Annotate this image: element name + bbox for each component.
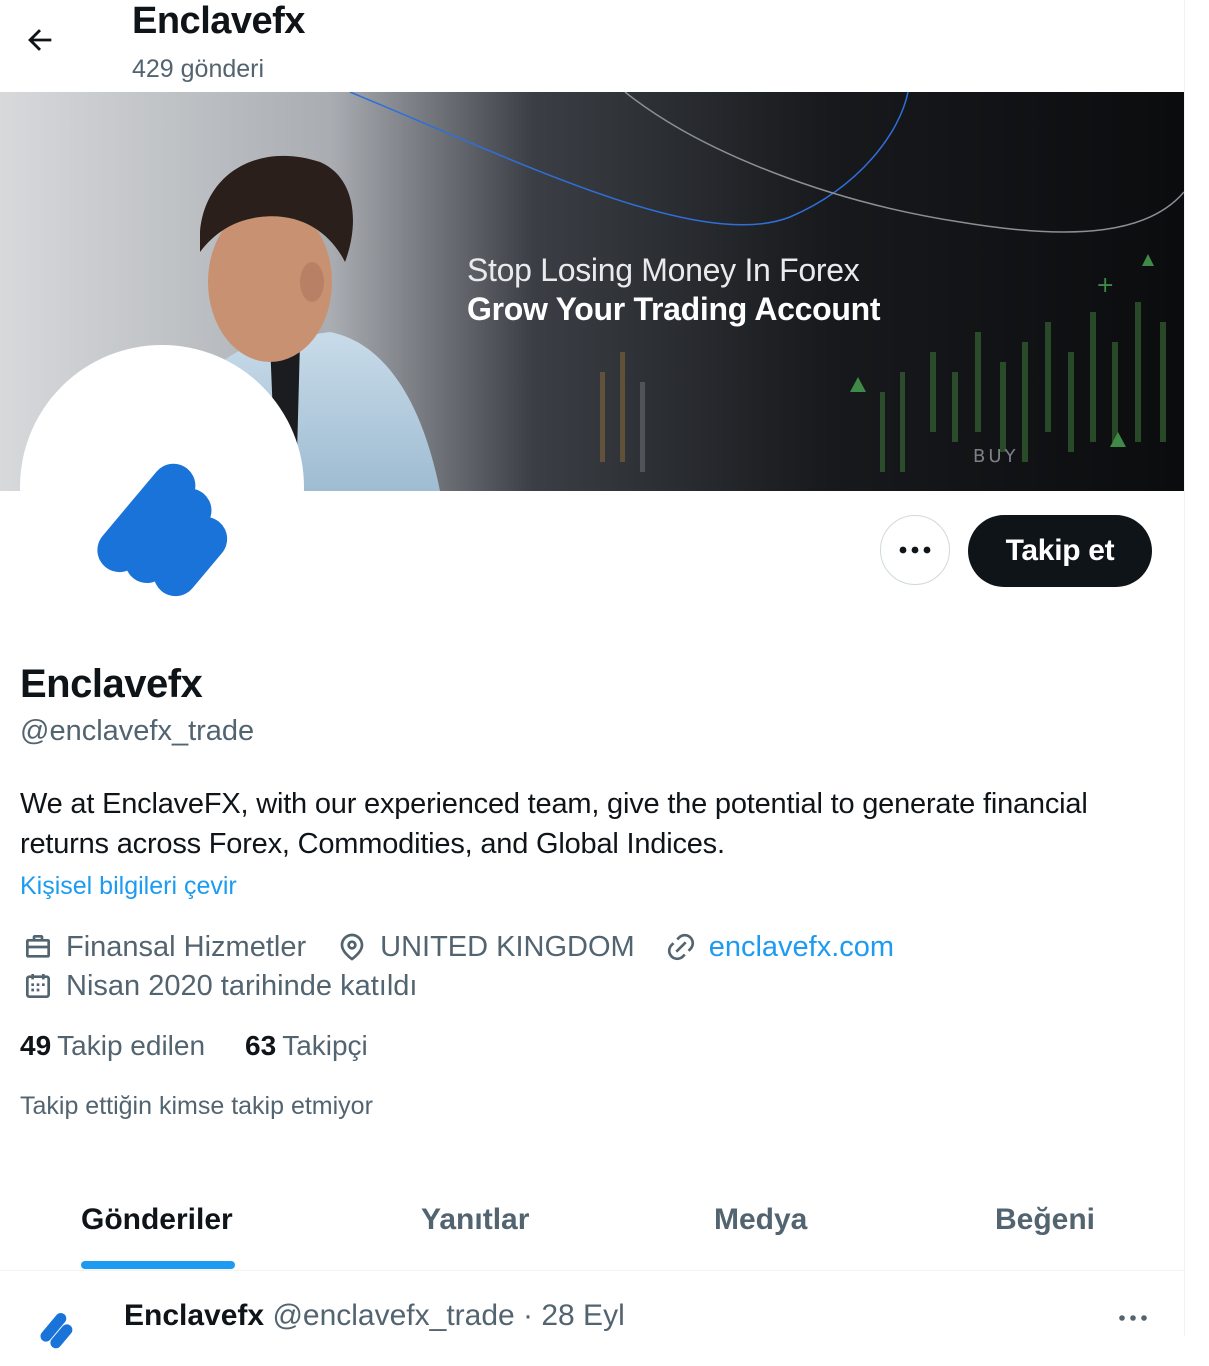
calendar-icon bbox=[20, 968, 56, 1004]
following-count: 49 bbox=[20, 1030, 52, 1061]
tab-replies[interactable]: Yanıtlar bbox=[421, 1170, 529, 1270]
profile-meta-row: Finansal Hizmetler UNITED KINGDOM enclav… bbox=[20, 927, 922, 967]
website-link[interactable]: enclavefx.com bbox=[709, 931, 894, 964]
joined-item: Nisan 2020 tarihinde katıldı bbox=[20, 968, 417, 1004]
column-border bbox=[1184, 0, 1185, 1336]
followers-stat[interactable]: 63 Takipçi bbox=[245, 1030, 368, 1062]
profile-tabs: Gönderiler Yanıtlar Medya Beğeni bbox=[0, 1170, 1184, 1270]
back-button[interactable] bbox=[18, 20, 62, 60]
active-tab-indicator bbox=[81, 1261, 235, 1269]
profile-avatar[interactable] bbox=[20, 345, 304, 629]
link-icon bbox=[663, 929, 699, 965]
post-header: Enclavefx @enclavefx_trade · 28 Eyl bbox=[124, 1297, 625, 1335]
post-meta: @enclavefx_trade · 28 Eyl bbox=[272, 1299, 625, 1332]
location-pin-icon bbox=[334, 929, 370, 965]
location-text: UNITED KINGDOM bbox=[380, 930, 635, 963]
banner-subheadline: Grow Your Trading Account bbox=[467, 291, 881, 327]
banner-buy-label: BUY bbox=[973, 446, 1019, 467]
follow-stats: 49 Takip edilen 63 Takipçi bbox=[20, 1030, 408, 1062]
arrow-left-icon bbox=[28, 29, 52, 51]
followers-label: Takipçi bbox=[282, 1030, 368, 1061]
category-text: Finansal Hizmetler bbox=[66, 930, 307, 963]
following-label: Takip edilen bbox=[57, 1030, 206, 1061]
tabs-divider bbox=[0, 1270, 1184, 1271]
ellipsis-icon bbox=[1119, 1315, 1147, 1321]
enclavefx-logo-icon bbox=[97, 463, 228, 597]
category-item: Finansal Hizmetler bbox=[20, 929, 306, 965]
profile-handle: @enclavefx_trade bbox=[20, 715, 255, 747]
translate-bio-link[interactable]: Kişisel bilgileri çevir bbox=[20, 870, 237, 902]
joined-text: Nisan 2020 tarihinde katıldı bbox=[66, 969, 418, 1002]
tab-likes[interactable]: Beğeni bbox=[995, 1170, 1095, 1270]
tab-media[interactable]: Medya bbox=[714, 1170, 807, 1270]
header-title: Enclavefx bbox=[132, 0, 305, 42]
tab-posts[interactable]: Gönderiler bbox=[81, 1170, 233, 1270]
post-avatar[interactable] bbox=[20, 1296, 90, 1366]
followers-count: 63 bbox=[245, 1030, 277, 1061]
banner-headline: Stop Losing Money In Forex bbox=[467, 252, 860, 288]
post-author-name[interactable]: Enclavefx bbox=[124, 1299, 264, 1332]
ellipsis-icon bbox=[899, 546, 931, 554]
briefcase-icon bbox=[20, 929, 56, 965]
profile-header: Enclavefx 429 gönderi bbox=[0, 0, 1184, 92]
follow-button[interactable]: Takip et bbox=[968, 515, 1152, 587]
joined-row: Nisan 2020 tarihinde katıldı bbox=[20, 966, 445, 1006]
post-more-button[interactable] bbox=[1110, 1300, 1156, 1336]
enclavefx-logo-icon bbox=[40, 1313, 73, 1349]
website-item[interactable]: enclavefx.com bbox=[663, 929, 894, 965]
post-count: 429 gönderi bbox=[132, 55, 265, 83]
following-stat[interactable]: 49 Takip edilen bbox=[20, 1030, 205, 1062]
followed-by-note: Takip ettiğin kimse takip etmiyor bbox=[20, 1092, 373, 1120]
more-options-button[interactable] bbox=[880, 515, 950, 585]
profile-name: Enclavefx bbox=[20, 662, 203, 706]
location-item: UNITED KINGDOM bbox=[334, 929, 635, 965]
profile-bio: We at EnclaveFX, with our experienced te… bbox=[20, 788, 1088, 860]
svg-text:+: + bbox=[1096, 273, 1114, 298]
